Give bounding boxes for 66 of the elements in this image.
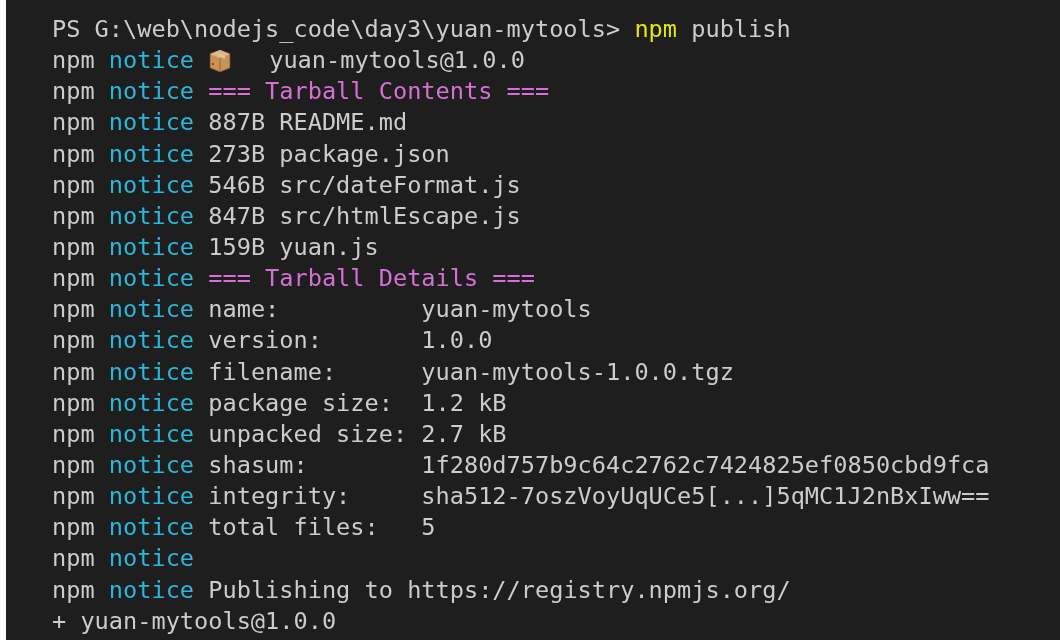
npm-prefix: npm [52,294,95,326]
output-text: yuan-mytools-1.0.0.tgz [421,356,734,388]
notice-label: notice [108,169,195,201]
box-icon [208,47,233,74]
npm-prefix: npm [52,45,95,77]
notice-label: notice [108,138,195,170]
output-text: 1.2 kB [421,387,507,419]
notice-label: notice [108,543,195,575]
npm-prefix: npm [52,138,95,170]
output-text: 847B src/htmlEscape.js [208,200,521,232]
npm-prefix: npm [52,76,95,108]
notice-label: notice [108,325,195,357]
notice-label: notice [108,76,195,108]
field-label: total files: [208,512,380,544]
command-text: npm [634,14,677,45]
notice-label: notice [108,107,195,139]
npm-prefix: npm [52,325,95,357]
field-label: unpacked size: [208,418,408,450]
npm-prefix: npm [52,200,95,232]
output-text: + yuan-mytools@1.0.0 [52,605,337,637]
field-label: filename: [208,356,338,388]
npm-prefix: npm [52,169,95,201]
npm-prefix: npm [52,387,95,419]
output-text: 546B src/dateFormat.js [208,169,521,201]
section-heading: === Tarball Details === [208,263,535,295]
output-text: publish [691,14,791,45]
prompt-path: PS G:\web\nodejs_code\day3\yuan-mytools> [52,14,621,45]
output-text: 1.0.0 [421,325,493,357]
npm-prefix: npm [52,574,95,606]
notice-label: notice [108,481,195,513]
field-label: integrity: [208,481,352,513]
notice-label: notice [108,294,195,326]
npm-prefix: npm [52,356,95,388]
field-label: version: [208,325,323,357]
notice-label: notice [108,418,195,450]
output-text: Publishing to https://registry.npmjs.org/ [208,574,791,606]
notice-label: notice [108,387,195,419]
output-text: yuan-mytools@1.0.0 [268,45,525,77]
npm-prefix: npm [52,418,95,450]
output-text: yuan-mytools [421,294,592,326]
npm-prefix: npm [52,107,95,139]
field-label: package size: [208,387,394,419]
notice-label: notice [108,449,195,481]
notice-label: notice [108,45,195,77]
notice-label: notice [108,263,195,295]
output-text: 1f280d757b9c64c2762c7424825ef0850cbd9fca [421,449,990,481]
notice-label: notice [108,200,195,232]
section-heading: === Tarball Contents === [208,76,550,108]
output-text: 2.7 kB [421,418,507,450]
output-text: sha512-7oszVoyUqUCe5[...]5qMC1J2nBxIww== [421,481,990,513]
output-text: 159B yuan.js [208,232,379,263]
npm-prefix: npm [52,543,95,575]
notice-label: notice [108,232,195,263]
output-text: 887B README.md [208,107,408,139]
field-label: shasum: [208,449,309,481]
npm-prefix: npm [52,232,95,263]
npm-prefix: npm [52,449,95,481]
field-label: name: [208,294,281,326]
npm-prefix: npm [52,263,95,295]
notice-label: notice [108,574,195,606]
npm-prefix: npm [52,481,95,513]
notice-label: notice [108,356,195,388]
notice-label: notice [108,512,195,544]
output-text: 273B package.json [208,138,450,170]
npm-prefix: npm [52,512,95,544]
output-text: 5 [421,512,436,544]
